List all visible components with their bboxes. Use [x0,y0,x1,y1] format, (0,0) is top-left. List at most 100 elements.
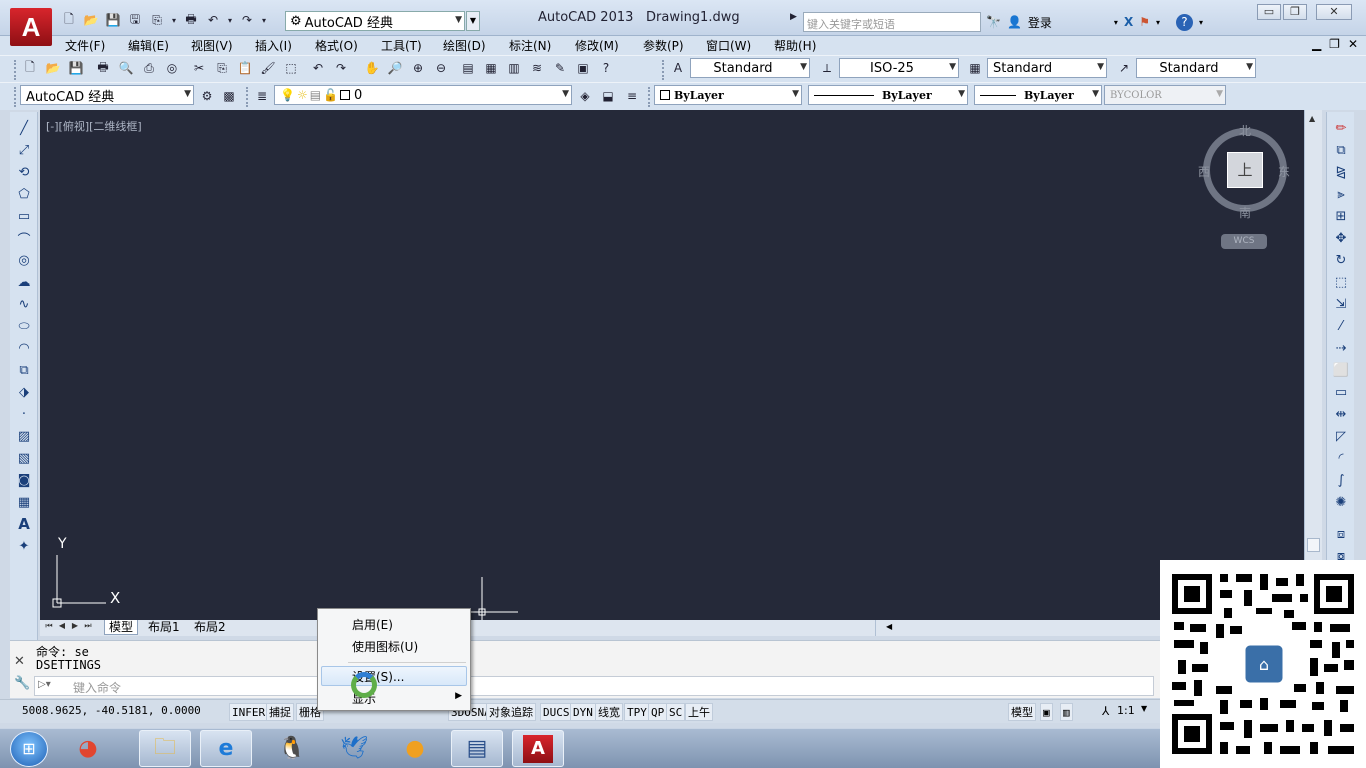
menu-edit[interactable]: 编辑(E) [128,37,169,54]
viewcube-top-face[interactable]: 上 [1227,152,1263,188]
autocad-app-menu-button[interactable]: A [10,8,52,46]
dropdown-icon[interactable]: ▾ [260,11,268,29]
properties-icon[interactable]: ▤ [458,58,478,78]
match-properties-icon[interactable]: 🖌 [258,58,278,78]
pan-icon[interactable]: ✋ [362,58,382,78]
annotation-scale-icon[interactable]: ⅄ [1102,704,1109,718]
text-style-icon[interactable]: A [668,58,688,78]
cut-icon[interactable]: ✂ [189,58,209,78]
status-toggle-qp[interactable]: QP [648,703,668,721]
drawing-canvas[interactable] [40,110,1304,620]
menu-dimension[interactable]: 标注(N) [509,37,551,54]
tab-layout1[interactable]: 布局1 [144,620,184,635]
toolbar-grip[interactable] [246,87,250,107]
status-toggle-ducs[interactable]: DUCS [540,703,573,721]
scroll-up-icon[interactable]: ▲ [1309,114,1315,123]
file-explorer-icon[interactable]: 🗀 [139,730,191,767]
workspace-select[interactable]: ⚙ AutoCAD 经典 ▼ [285,11,465,31]
status-toggle-dyn[interactable]: DYN [570,703,596,721]
copy-object-icon[interactable]: ⧉ [1331,140,1351,160]
status-toggle-am[interactable]: 上午 [685,703,713,721]
menu-item-use-icons[interactable]: 使用图标(U) [352,638,418,655]
open-file-icon[interactable]: 📂 [82,11,100,29]
menu-modify[interactable]: 修改(M) [575,37,619,54]
compass-east-label[interactable]: 东 [1278,163,1290,180]
menu-view[interactable]: 视图(V) [191,37,233,54]
plotstyle-select[interactable]: BYCOLOR ▼ [1104,85,1226,105]
block-editor-icon[interactable]: ⬚ [281,58,301,78]
status-toggle-infer[interactable]: INFER [229,703,269,721]
chamfer-icon[interactable]: ◸ [1331,426,1351,446]
dropdown-icon[interactable]: ▾ [226,11,234,29]
scroll-left-icon[interactable]: ◀ [886,622,892,631]
add-selected-icon[interactable]: ✦ [14,536,34,556]
tool-palettes-icon[interactable]: ▥ [504,58,524,78]
publish-icon[interactable]: ⎙ [139,58,159,78]
erase-icon[interactable]: ✏ [1331,118,1351,138]
scale-icon[interactable]: ⬚ [1331,272,1351,292]
break-icon[interactable]: ▭ [1331,382,1351,402]
dropdown-icon[interactable]: ▾ [170,11,178,29]
construction-line-icon[interactable]: ⤢ [14,140,34,160]
login-link[interactable]: 登录 [1028,14,1052,31]
lineweight-select[interactable]: ByLayer ▼ [974,85,1102,105]
menu-item-enable[interactable]: 启用(E) [352,616,393,633]
make-current-layer-icon[interactable]: ◈ [575,86,595,106]
sheet-set-icon[interactable]: ≋ [527,58,547,78]
prev-tab-icon[interactable]: ◀ [57,621,67,634]
exchange-icon[interactable]: X [1124,15,1133,29]
layer-previous-icon[interactable]: ⬓ [598,86,618,106]
explode-icon[interactable]: ✺ [1331,492,1351,512]
multiline-text-icon[interactable]: A [14,514,34,534]
mleader-style-icon[interactable]: ↗ [1114,58,1134,78]
workspace-toggle-icon[interactable]: ▩ [219,86,239,106]
publish-icon[interactable]: ⎘ [148,11,166,29]
color-select[interactable]: ByLayer ▼ [654,85,802,105]
circle-icon[interactable]: ◎ [14,250,34,270]
doc-close-icon[interactable]: ✕ [1348,37,1358,51]
coordinate-display[interactable]: 5008.9625, -40.5181, 0.0000 [8,704,226,721]
stretch-icon[interactable]: ⇲ [1331,294,1351,314]
zoom-previous-icon[interactable]: ⊖ [431,58,451,78]
3d-dwf-icon[interactable]: ◎ [162,58,182,78]
dim-style-icon[interactable]: ⟂ [817,58,837,78]
line-icon[interactable]: ╱ [14,118,34,138]
command-input[interactable]: 键入命令 [34,676,1154,696]
polyline-icon[interactable]: ⟲ [14,162,34,182]
color-app-icon[interactable]: ◕ [62,730,114,767]
last-tab-icon[interactable]: ⏭ [83,621,93,634]
menu-parametric[interactable]: 参数(P) [643,37,684,54]
bird-app-icon[interactable]: 🕊 [328,730,380,767]
layer-properties-icon[interactable]: ≣ [252,86,272,106]
help-icon[interactable]: ? [1175,13,1193,31]
model-space-button[interactable]: 模型 [1008,703,1036,721]
extend-icon[interactable]: ⇢ [1331,338,1351,358]
revision-cloud-icon[interactable]: ☁ [14,272,34,292]
calculator-icon[interactable]: ▣ [573,58,593,78]
point-icon[interactable]: · [14,404,34,424]
blend-curves-icon[interactable]: ∫ [1331,470,1351,490]
quick-view-layouts-icon[interactable]: ▣ [1040,703,1053,721]
move-icon[interactable]: ✥ [1331,228,1351,248]
autodesk-360-icon[interactable]: ⚑ [1139,15,1150,29]
plot-preview-icon[interactable]: 🔍 [116,58,136,78]
open-icon[interactable]: 📂 [43,58,63,78]
menu-format[interactable]: 格式(O) [315,37,358,54]
mleader-style-select[interactable]: Standard ▼ [1136,58,1256,78]
search-input[interactable]: 键入关键字或短语 [803,12,981,32]
new-file-icon[interactable]: 🗋 [60,11,78,29]
menu-tools[interactable]: 工具(T) [381,37,422,54]
menu-window[interactable]: 窗口(W) [706,37,751,54]
zoom-window-icon[interactable]: ⊕ [408,58,428,78]
ellipse-icon[interactable]: ⬭ [14,316,34,336]
markup-icon[interactable]: ✎ [550,58,570,78]
restore-button[interactable]: ❐ [1283,4,1307,20]
close-button[interactable]: ✕ [1316,4,1352,20]
table-style-icon[interactable]: ▦ [965,58,985,78]
tab-model[interactable]: 模型 [104,620,139,635]
mirror-icon[interactable]: ⧎ [1331,162,1351,182]
start-orb-icon[interactable]: ⊞ [10,731,48,767]
qnew-icon[interactable]: 🗋 [20,58,40,78]
hatch-icon[interactable]: ▨ [14,426,34,446]
command-prompt-icon[interactable]: ▷▾ [38,679,51,690]
